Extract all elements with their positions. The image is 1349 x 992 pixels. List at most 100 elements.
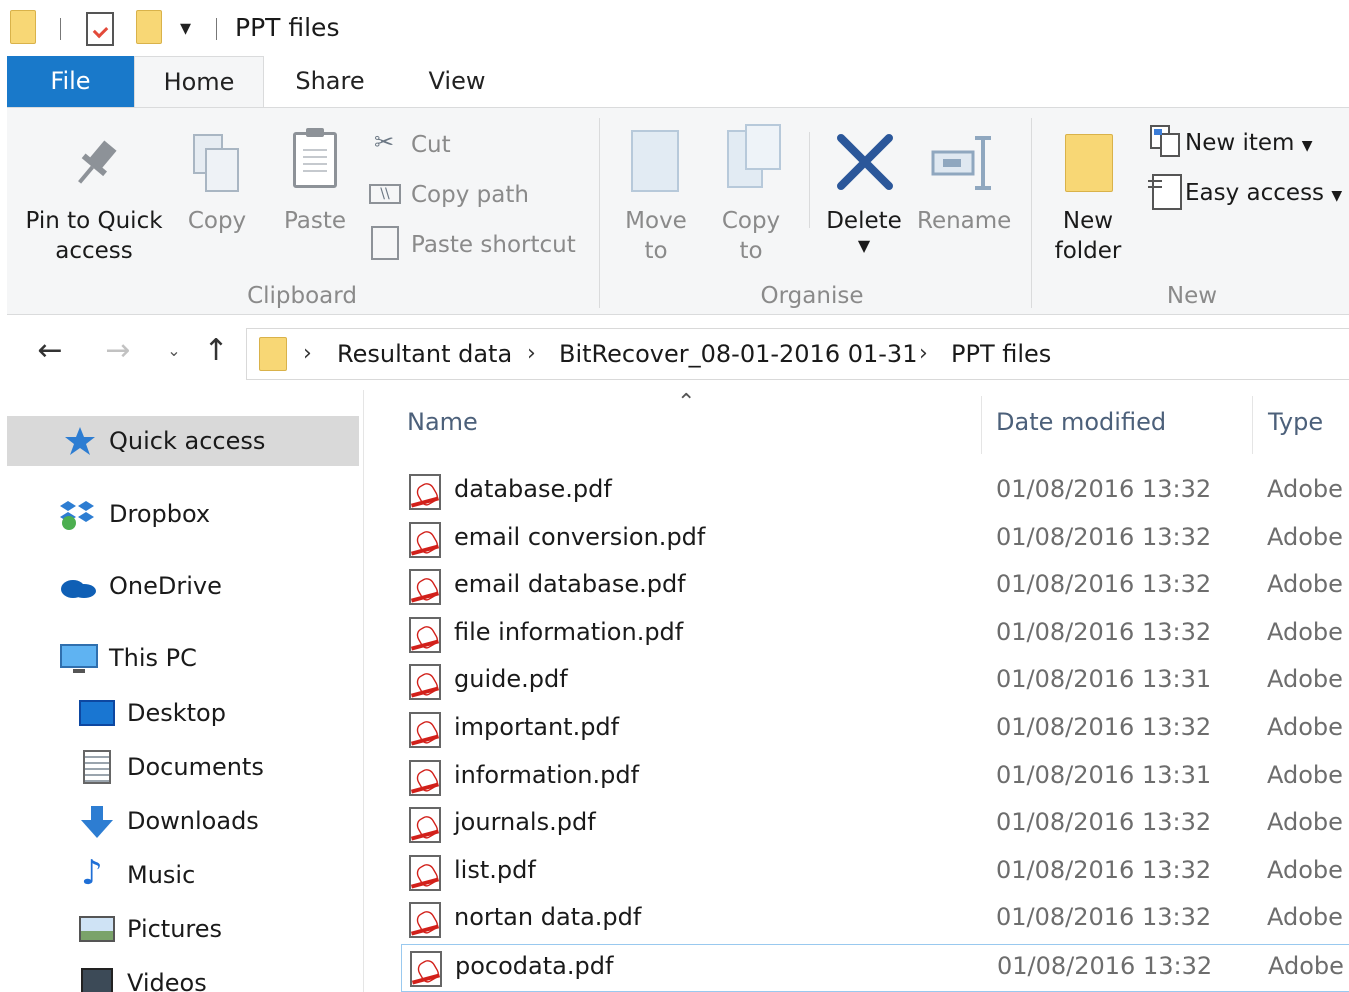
table-row[interactable]: file information.pdf 01/08/2016 13:32 Adob… (401, 611, 1349, 659)
column-header-date-modified[interactable]: Date modified (996, 408, 1166, 436)
column-header-type[interactable]: Type (1268, 408, 1323, 436)
copy-path-icon: \\ (369, 184, 401, 204)
sidebar-item-quick-access[interactable]: Quick access (7, 416, 359, 466)
pdf-file-icon (409, 521, 441, 558)
sidebar-item-label: Videos (127, 969, 207, 992)
pdf-file-icon (410, 951, 442, 987)
sidebar-item-music[interactable]: ♪ Music (7, 850, 359, 900)
copy-to-label-line2: to (739, 238, 763, 264)
easy-access-label: Easy access (1185, 180, 1325, 206)
rename-button[interactable]: Rename (917, 206, 1011, 236)
table-row[interactable]: journals.pdf 01/08/2016 13:32 Adobe (401, 801, 1349, 849)
file-date-modified: 01/08/2016 13:31 (996, 665, 1212, 694)
file-name: nortan data.pdf (454, 903, 642, 932)
tab-home[interactable]: Home (134, 56, 264, 108)
breadcrumb-item[interactable]: Resultant data (337, 340, 512, 368)
table-row[interactable]: guide.pdf 01/08/2016 13:31 Adobe (401, 658, 1349, 706)
copy-button[interactable]: Copy (177, 206, 257, 236)
table-row[interactable]: important.pdf 01/08/2016 13:32 Adobe (401, 706, 1349, 754)
file-type: Adobe (1268, 952, 1344, 980)
copy-to-button[interactable]: Copy to (709, 206, 793, 266)
copy-path-button[interactable]: Copy path (411, 180, 529, 210)
sidebar-item-videos[interactable]: Videos (7, 958, 359, 992)
table-row[interactable]: email database.pdf 01/08/2016 13:32 Adobe (401, 563, 1349, 611)
rename-icon (931, 136, 991, 190)
cut-button[interactable]: Cut (411, 130, 451, 160)
pin-icon (78, 140, 117, 184)
column-divider[interactable] (1252, 396, 1253, 454)
group-divider (1031, 118, 1032, 308)
breadcrumb-separator-icon[interactable]: › (527, 341, 536, 366)
pdf-file-icon (409, 664, 441, 701)
chevron-down-icon: ▼ (1331, 188, 1343, 204)
column-header-name[interactable]: Name (407, 408, 478, 436)
pc-icon (60, 644, 98, 673)
customize-toolbar-icon[interactable]: ▾ (180, 16, 191, 41)
pdf-file-icon (409, 759, 441, 796)
table-row[interactable]: pocodata.pdf 01/08/2016 13:32 Adobe (401, 944, 1349, 992)
pdf-file-icon (409, 616, 441, 653)
file-type: Adobe (1267, 665, 1343, 694)
pdf-file-icon (409, 807, 441, 844)
file-date-modified: 01/08/2016 13:32 (996, 903, 1212, 932)
forward-arrow-icon[interactable]: → (100, 334, 136, 368)
tab-share[interactable]: Share (275, 56, 385, 107)
chevron-down-icon: ▼ (1301, 138, 1313, 154)
music-icon: ♪ (81, 853, 103, 893)
table-row[interactable]: information.pdf 01/08/2016 13:31 Adobe (401, 754, 1349, 802)
file-date-modified: 01/08/2016 13:32 (997, 952, 1213, 980)
paste-shortcut-button[interactable]: Paste shortcut (411, 230, 576, 260)
breadcrumb-item[interactable]: BitRecover_08-01-2016 01-31 (559, 340, 917, 368)
tab-view[interactable]: View (407, 56, 507, 107)
back-arrow-icon[interactable]: ← (32, 334, 68, 368)
breadcrumb-separator-icon[interactable]: › (919, 341, 928, 366)
easy-access-button[interactable]: Easy access ▼ (1185, 178, 1342, 211)
pin-to-quick-access-button[interactable]: Pin to Quick access (19, 206, 169, 266)
pdf-file-icon (409, 902, 441, 939)
sidebar-item-onedrive[interactable]: OneDrive (7, 561, 359, 611)
table-row[interactable]: nortan data.pdf 01/08/2016 13:32 Adobe (401, 896, 1349, 944)
sidebar-item-downloads[interactable]: Downloads (7, 796, 359, 846)
group-label-organise: Organise (760, 283, 864, 309)
pdf-file-icon (409, 712, 441, 748)
file-name: guide.pdf (454, 665, 568, 694)
table-row[interactable]: email conversion.pdf 01/08/2016 13:32 Adob… (401, 516, 1349, 564)
new-item-button[interactable]: New item ▼ (1185, 128, 1313, 161)
new-folder-quick-icon[interactable] (136, 10, 162, 44)
file-name: database.pdf (454, 475, 612, 503)
new-folder-button[interactable]: New folder (1043, 206, 1133, 266)
paste-button[interactable]: Paste (273, 206, 357, 236)
folder-icon (259, 337, 287, 371)
sidebar-item-dropbox[interactable]: Dropbox (7, 489, 359, 539)
column-divider[interactable] (981, 396, 982, 454)
file-date-modified: 01/08/2016 13:32 (996, 617, 1212, 646)
navigation-bar: ← → ⌄ ↑ › Resultant data › BitRecover_08… (0, 316, 1349, 388)
sidebar-item-pictures[interactable]: Pictures (7, 904, 359, 954)
breadcrumb-item[interactable]: PPT files (951, 340, 1051, 368)
file-type: Adobe (1267, 570, 1343, 599)
properties-icon[interactable] (86, 12, 114, 46)
pdf-file-icon (409, 569, 441, 606)
chevron-down-icon: ▼ (857, 236, 871, 255)
table-row[interactable]: database.pdf 01/08/2016 13:32 Adobe (401, 468, 1349, 516)
move-to-button[interactable]: Move to (613, 206, 699, 266)
sidebar-item-this-pc[interactable]: This PC (7, 633, 359, 683)
new-folder-label-line2: folder (1054, 238, 1122, 264)
tab-file[interactable]: File (7, 56, 134, 107)
sidebar-item-desktop[interactable]: Desktop (7, 688, 359, 738)
group-label-clipboard: Clipboard (247, 283, 357, 309)
table-row[interactable]: list.pdf 01/08/2016 13:32 Adobe (401, 849, 1349, 897)
new-item-label: New item (1185, 130, 1295, 156)
move-label-line1: Move (625, 208, 687, 234)
up-arrow-icon[interactable]: ↑ (198, 334, 234, 368)
file-type: Adobe (1267, 475, 1343, 503)
file-date-modified: 01/08/2016 13:32 (996, 855, 1212, 884)
copy-to-icon-front (745, 124, 781, 170)
delete-button[interactable]: Delete ▼ (819, 206, 909, 256)
sidebar-item-documents[interactable]: Documents (7, 742, 359, 792)
recent-locations-chevron-icon[interactable]: ⌄ (156, 334, 192, 368)
pictures-icon (79, 916, 115, 942)
file-name: journals.pdf (454, 808, 596, 837)
address-bar[interactable]: › Resultant data › BitRecover_08-01-2016… (246, 328, 1349, 380)
breadcrumb-separator-icon[interactable]: › (303, 341, 312, 366)
